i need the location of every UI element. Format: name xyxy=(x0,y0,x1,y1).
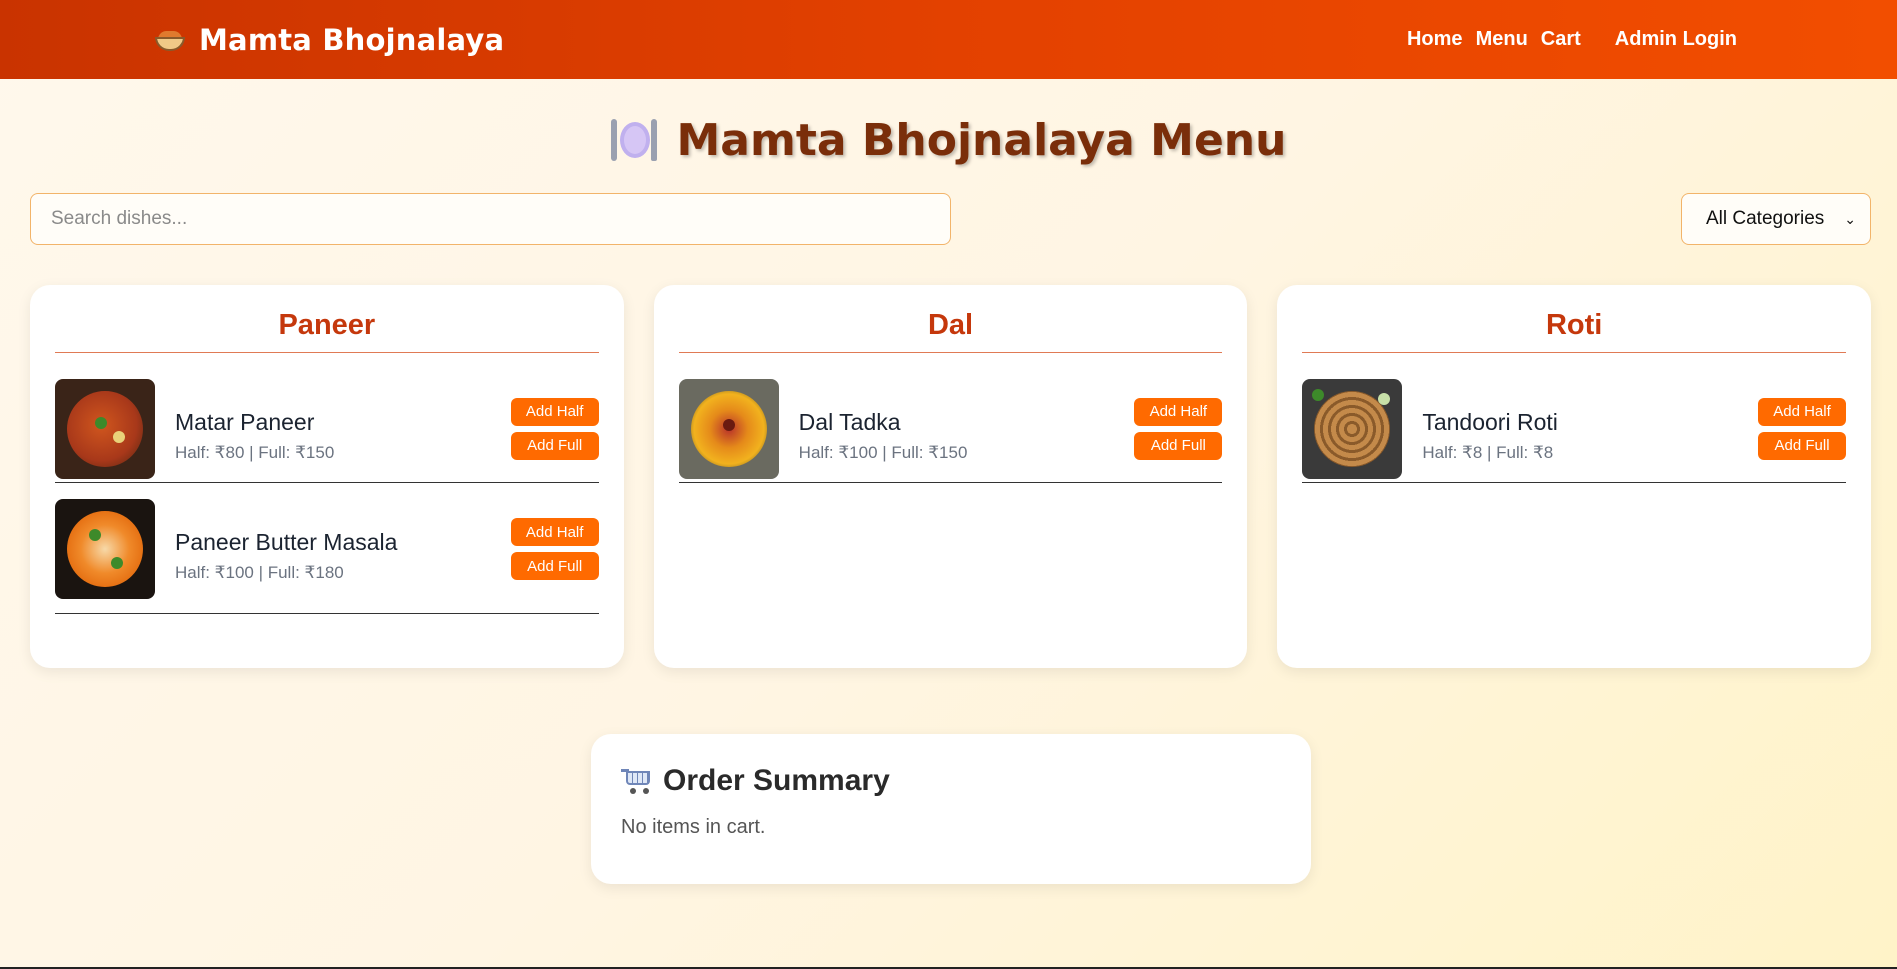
add-half-button[interactable]: Add Half xyxy=(510,518,599,546)
order-summary: Order Summary No items in cart. xyxy=(591,734,1311,884)
dish-buttons: Add Half Add Full xyxy=(510,397,599,460)
dish-price: Half: ₹100 | Full: ₹180 xyxy=(175,563,344,582)
dish-image-paneer-butter-masala xyxy=(55,499,155,599)
dish-price: Half: ₹100 | Full: ₹150 xyxy=(798,442,968,462)
dish-name: Matar Paneer xyxy=(175,408,315,435)
nav-link-admin-login[interactable]: Admin Login xyxy=(1615,28,1737,51)
curry-bowl-icon xyxy=(155,29,185,51)
dish-info: Tandoori Roti Half: ₹8 | Full: ₹8 xyxy=(1422,395,1758,463)
add-half-button[interactable]: Add Half xyxy=(1758,397,1847,426)
add-half-button[interactable]: Add Half xyxy=(510,397,599,426)
add-full-button[interactable]: Add Full xyxy=(1758,431,1847,460)
dish-item: Dal Tadka Half: ₹100 | Full: ₹150 Add Ha… xyxy=(678,353,1223,483)
menu-controls: All Categories ⌄ xyxy=(0,193,1897,245)
category-card-paneer: Paneer Matar Paneer Half: ₹80 | Full: ₹1… xyxy=(30,285,624,668)
dish-buttons: Add Half Add Full xyxy=(1134,397,1223,460)
dish-image-tandoori-roti xyxy=(1302,378,1403,479)
nav-link-menu[interactable]: Menu xyxy=(1476,28,1528,51)
brand[interactable]: Mamta Bhojnalaya xyxy=(155,23,504,57)
category-title: Roti xyxy=(1302,309,1847,353)
navbar: Mamta Bhojnalaya Home Menu Cart Admin Lo… xyxy=(0,0,1897,79)
add-full-button[interactable]: Add Full xyxy=(510,431,599,460)
category-select-value: All Categories xyxy=(1706,208,1825,229)
dish-name: Tandoori Roti xyxy=(1422,408,1558,435)
dish-item: Matar Paneer Half: ₹80 | Full: ₹150 Add … xyxy=(55,353,599,483)
nav-link-cart[interactable]: Cart xyxy=(1541,28,1581,51)
dish-price: Half: ₹80 | Full: ₹150 xyxy=(175,442,335,462)
dish-info: Matar Paneer Half: ₹80 | Full: ₹150 xyxy=(175,395,511,463)
dish-name: Dal Tadka xyxy=(798,408,901,435)
dish-buttons: Add Half Add Full xyxy=(510,518,599,580)
dish-image-dal-tadka xyxy=(678,378,779,479)
dish-item: Paneer Butter Masala Half: ₹100 | Full: … xyxy=(55,483,599,614)
order-summary-header: Order Summary xyxy=(621,764,1281,798)
shopping-cart-icon xyxy=(621,767,653,795)
dish-info: Dal Tadka Half: ₹100 | Full: ₹150 xyxy=(799,395,1135,463)
category-title: Paneer xyxy=(55,309,599,353)
category-cards: Paneer Matar Paneer Half: ₹80 | Full: ₹1… xyxy=(0,285,1897,668)
nav-links: Home Menu Cart Admin Login xyxy=(1394,28,1737,51)
dish-name: Paneer Butter Masala xyxy=(175,529,398,555)
page-title: Mamta Bhojnalaya Menu xyxy=(0,114,1897,166)
order-summary-title: Order Summary xyxy=(663,764,890,797)
chevron-down-icon: ⌄ xyxy=(1844,210,1856,227)
dish-image-matar-paneer xyxy=(55,378,155,479)
page-title-text: Mamta Bhojnalaya Menu xyxy=(676,114,1287,166)
add-full-button[interactable]: Add Full xyxy=(510,552,599,580)
category-select[interactable]: All Categories ⌄ xyxy=(1681,193,1871,245)
category-title: Dal xyxy=(678,309,1223,353)
add-half-button[interactable]: Add Half xyxy=(1134,397,1223,426)
nav-link-home[interactable]: Home xyxy=(1407,28,1463,51)
dish-buttons: Add Half Add Full xyxy=(1758,397,1847,460)
category-card-roti: Roti Tandoori Roti Half: ₹8 | Full: ₹8 A… xyxy=(1277,285,1872,668)
search-input[interactable] xyxy=(30,193,951,245)
category-card-dal: Dal Dal Tadka Half: ₹100 | Full: ₹150 Ad… xyxy=(653,285,1248,668)
dish-price: Half: ₹8 | Full: ₹8 xyxy=(1422,442,1554,462)
add-full-button[interactable]: Add Full xyxy=(1134,431,1223,460)
plate-with-cutlery-icon xyxy=(610,119,657,161)
empty-cart-message: No items in cart. xyxy=(621,816,766,838)
brand-name[interactable]: Mamta Bhojnalaya xyxy=(199,23,504,57)
dish-info: Paneer Butter Masala Half: ₹100 | Full: … xyxy=(175,515,511,583)
dish-item: Tandoori Roti Half: ₹8 | Full: ₹8 Add Ha… xyxy=(1302,353,1847,483)
